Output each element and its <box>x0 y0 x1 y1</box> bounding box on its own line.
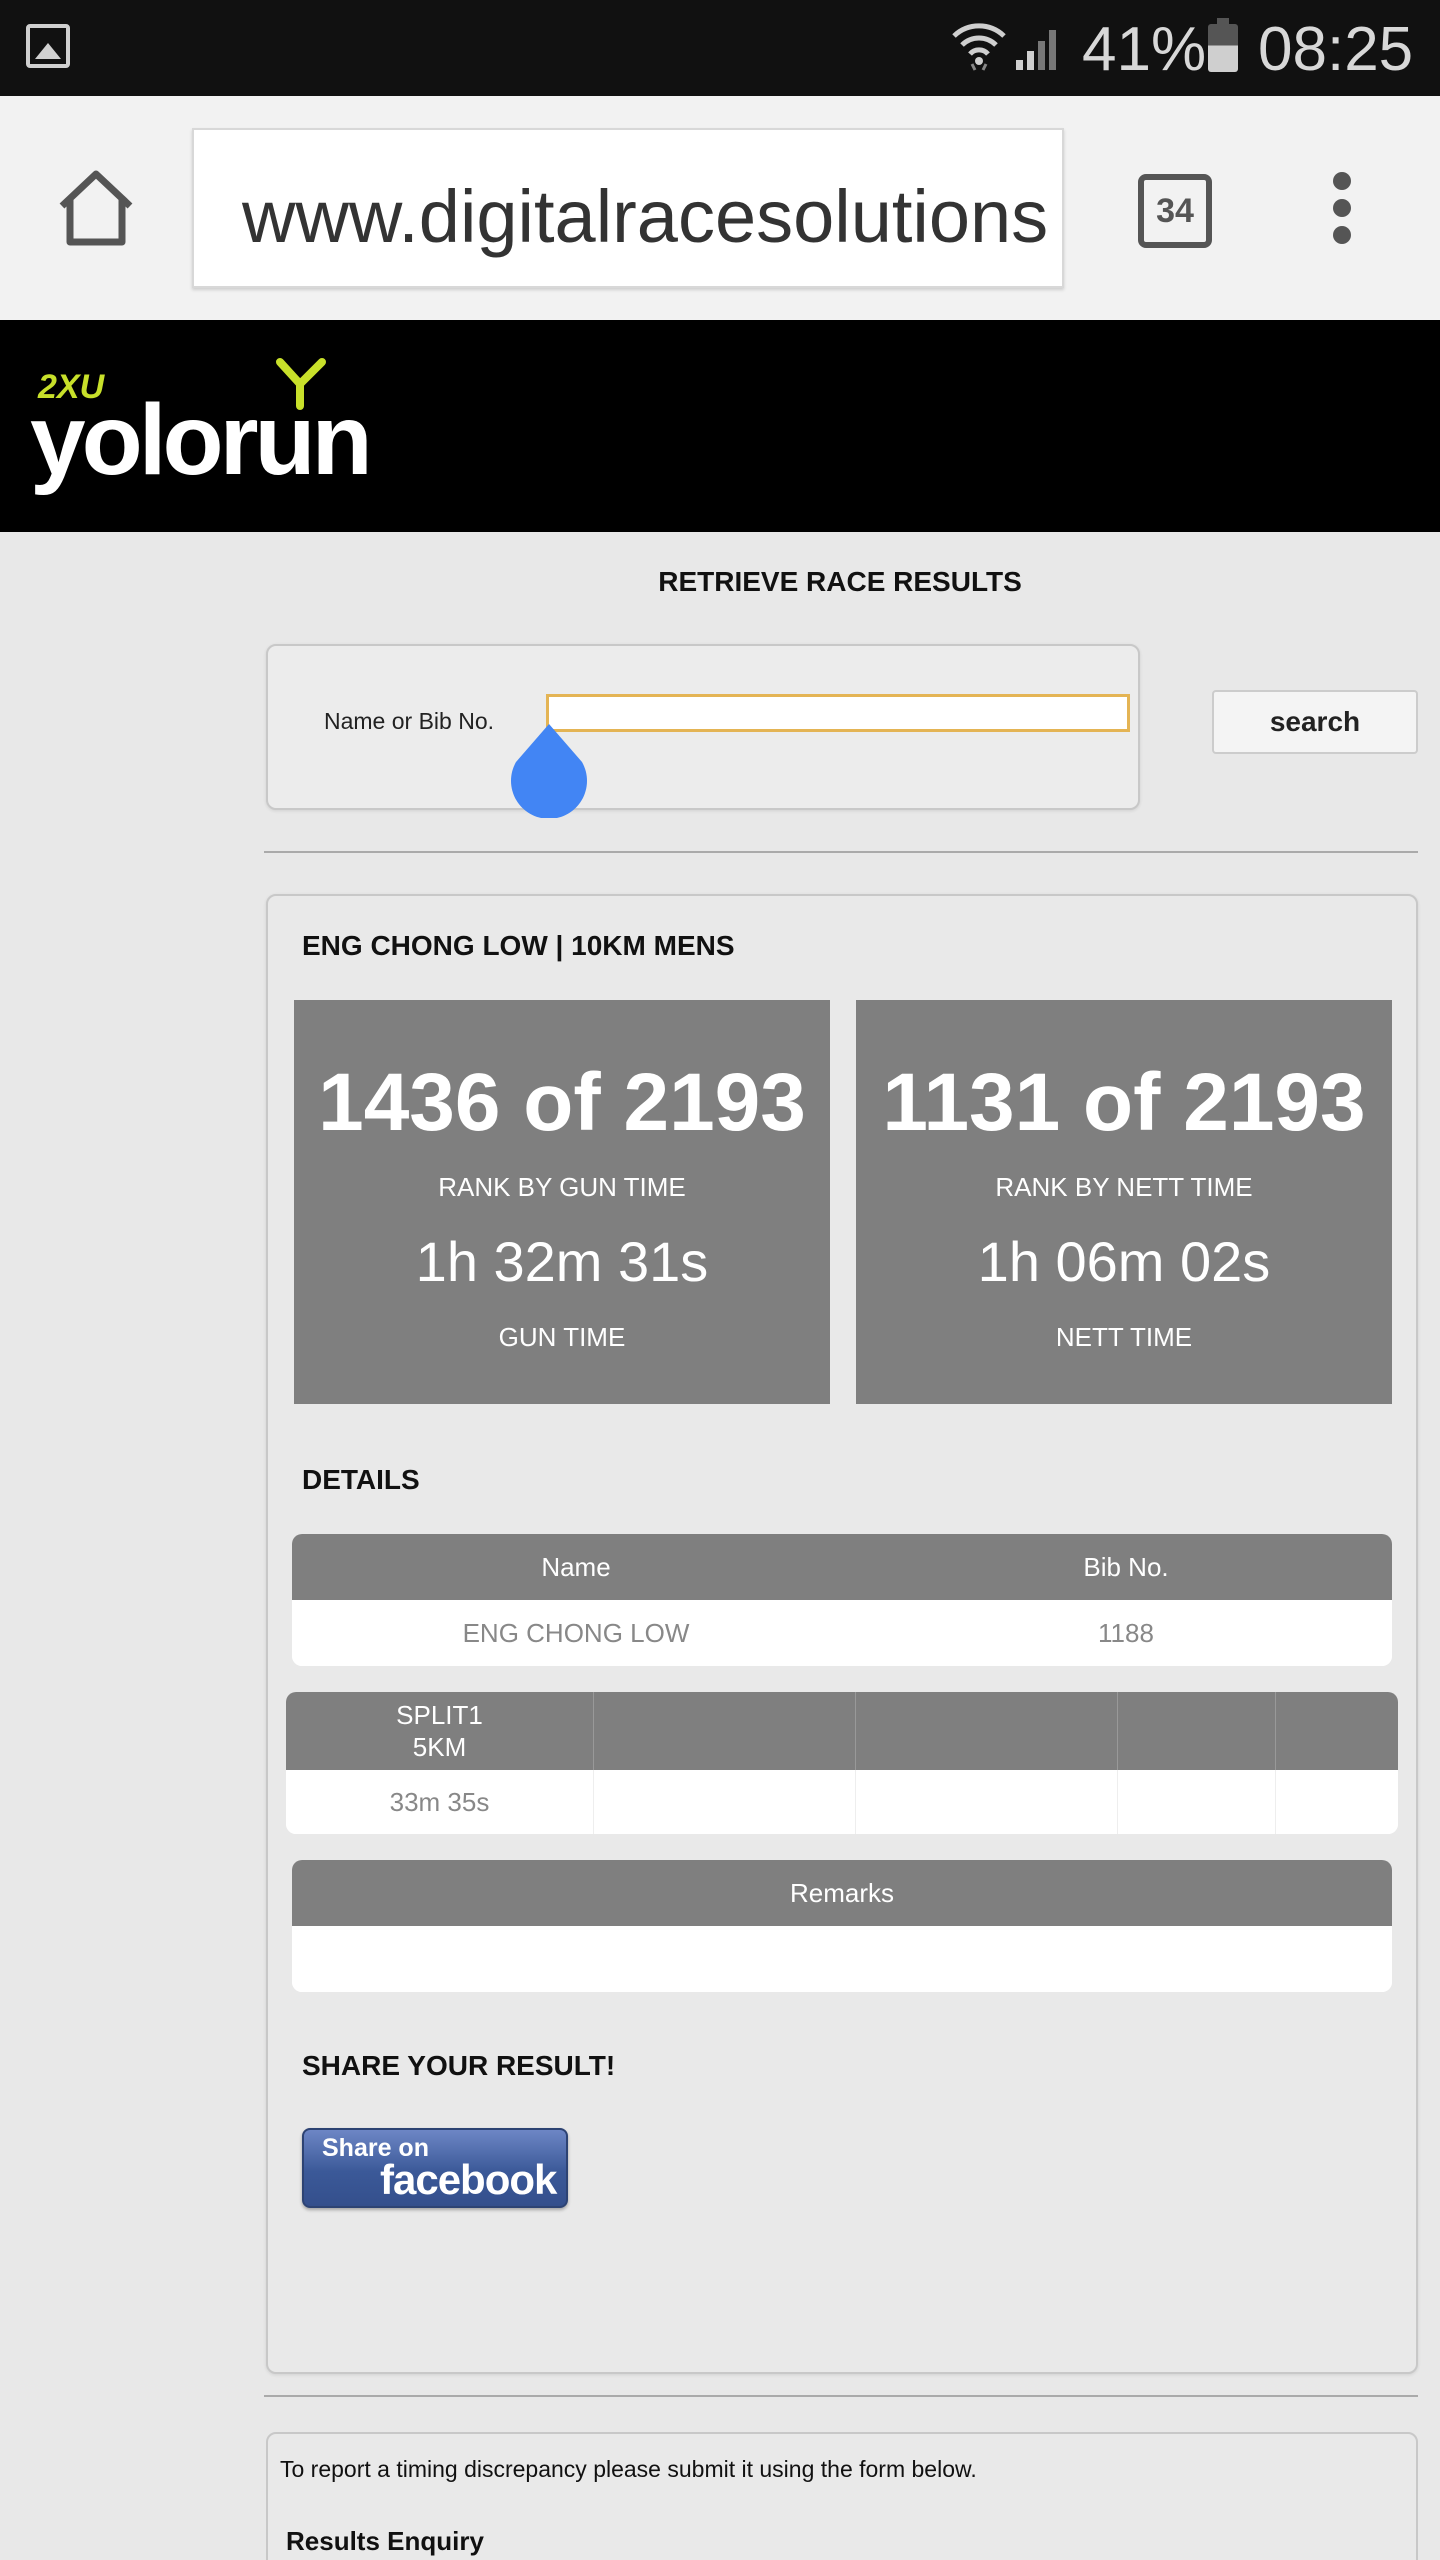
result-card: ENG CHONG LOW | 10KM MENS 1436 of 2193 R… <box>266 894 1418 2374</box>
table-header: Name Bib No. <box>292 1534 1392 1600</box>
split-header: SPLIT1 5KM <box>286 1692 594 1770</box>
overflow-menu-icon[interactable] <box>1330 172 1354 252</box>
nett-time-label: NETT TIME <box>1055 1322 1193 1352</box>
details-table: Name Bib No. ENG CHONG LOW 1188 <box>292 1534 1392 1666</box>
page-title: RETRIEVE RACE RESULTS <box>658 566 1022 597</box>
gun-rank-label: RANK BY GUN TIME <box>438 1172 686 1202</box>
logo-text: yolorun <box>30 384 369 496</box>
search-label: Name or Bib No. <box>324 708 495 734</box>
tabs-icon[interactable]: 34 <box>1138 174 1212 248</box>
split-header-line1: SPLIT1 <box>396 1700 483 1730</box>
remarks-header: Remarks <box>789 1878 894 1908</box>
search-button[interactable]: search <box>1212 690 1418 754</box>
nett-rank: 1131 of 2193 <box>882 1057 1366 1148</box>
header-name: Name <box>541 1552 611 1582</box>
split-header-line2: 5KM <box>412 1732 467 1762</box>
divider <box>264 851 1418 853</box>
battery-icon <box>1208 18 1238 72</box>
split-header-empty <box>1118 1692 1276 1770</box>
split-cell-empty <box>594 1770 856 1834</box>
search-input[interactable] <box>546 694 1130 732</box>
table-header: Remarks <box>292 1860 1392 1926</box>
gun-time: 1h 32m 31s <box>415 1230 709 1293</box>
details-heading: DETAILS <box>302 1464 420 1495</box>
gun-rank: 1436 of 2193 <box>318 1057 806 1148</box>
url-bar[interactable]: www.digitalracesolutions <box>192 128 1064 288</box>
split-header-empty <box>1276 1692 1398 1770</box>
split-time: 33m 35s <box>286 1770 594 1834</box>
status-bar: 41% 08:25 <box>0 0 1440 96</box>
table-row: 33m 35s <box>286 1770 1398 1834</box>
remarks-table: Remarks <box>292 1860 1392 1992</box>
home-icon[interactable] <box>54 166 138 250</box>
battery-percent: 41% <box>1082 15 1207 84</box>
header-bib: Bib No. <box>1083 1552 1169 1582</box>
facebook-button-big-text: facebook <box>380 2156 557 2203</box>
url-text[interactable]: www.digitalracesolutions <box>242 174 1048 259</box>
site-header: 2XU yolorun <box>0 320 1440 532</box>
gallery-icon <box>26 24 70 68</box>
yolorun-logo[interactable]: 2XU yolorun <box>30 354 410 504</box>
browser-toolbar: www.digitalracesolutions 34 <box>0 96 1440 320</box>
gun-rank-box: 1436 of 2193 RANK BY GUN TIME 1h 32m 31s… <box>294 1000 830 1404</box>
signal-icon <box>1016 30 1056 70</box>
enquiry-card: To report a timing discrepancy please su… <box>266 2432 1418 2560</box>
clock: 08:25 <box>1258 15 1414 84</box>
runner-heading: ENG CHONG LOW | 10KM MENS <box>302 930 735 961</box>
split-header-empty <box>594 1692 856 1770</box>
splits-table: SPLIT1 5KM 33m 35s <box>286 1692 1398 1834</box>
enquiry-text: To report a timing discrepancy please su… <box>280 2456 977 2482</box>
table-row: ENG CHONG LOW 1188 <box>292 1600 1392 1666</box>
table-row <box>292 1926 1392 1992</box>
table-header: SPLIT1 5KM <box>286 1692 1398 1770</box>
nett-time: 1h 06m 02s <box>977 1230 1271 1293</box>
runner-name: ENG CHONG LOW <box>462 1618 690 1648</box>
search-panel: Name or Bib No. <box>266 644 1140 810</box>
nett-rank-label: RANK BY NETT TIME <box>995 1172 1253 1202</box>
split-cell-empty <box>1118 1770 1276 1834</box>
split-cell-empty <box>1276 1770 1398 1834</box>
text-cursor-handle-icon[interactable] <box>508 722 590 818</box>
wifi-icon <box>952 23 1006 71</box>
gun-time-label: GUN TIME <box>498 1322 626 1352</box>
nett-rank-box: 1131 of 2193 RANK BY NETT TIME 1h 06m 02… <box>856 1000 1392 1404</box>
split-header-empty <box>856 1692 1118 1770</box>
bib-number: 1188 <box>1098 1618 1154 1648</box>
divider <box>264 2395 1418 2397</box>
share-heading: SHARE YOUR RESULT! <box>302 2050 616 2081</box>
remarks-value <box>292 1926 1392 1992</box>
split-cell-empty <box>856 1770 1118 1834</box>
enquiry-heading: Results Enquiry <box>286 2526 484 2556</box>
share-facebook-button[interactable]: Share on facebook <box>302 2128 568 2208</box>
